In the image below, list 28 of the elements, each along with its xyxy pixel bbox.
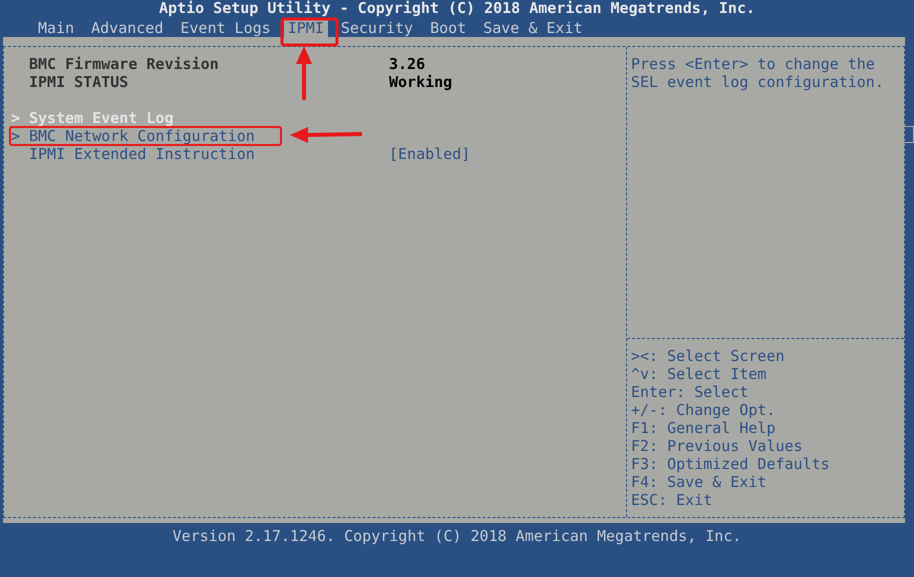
key-hint: ^v: Select Item <box>631 365 768 383</box>
help-text: SEL event log configuration. <box>631 73 885 91</box>
menu-tab[interactable]: Event Logs <box>176 19 275 37</box>
key-hint: F4: Save & Exit <box>631 473 768 491</box>
highlight-box <box>280 18 338 46</box>
info-label: IPMI STATUS <box>29 73 130 91</box>
key-hint: +/-: Change Opt. <box>631 401 776 419</box>
info-value: 3.26 <box>389 55 426 73</box>
menu-tab[interactable]: Save & Exit <box>479 19 587 37</box>
key-hint: F2: Previous Values <box>631 437 804 455</box>
key-hint: F3: Optimized Defaults <box>631 455 831 473</box>
arrow-icon <box>296 46 312 100</box>
key-hint: ESC: Exit <box>631 491 714 509</box>
menu-item[interactable]: IPMI Extended Instruction [Enabled] <box>4 145 626 163</box>
help-text: Press <Enter> to change the <box>631 55 876 73</box>
key-hint: ><: Select Screen <box>631 347 786 365</box>
window-title: Aptio Setup Utility - Copyright (C) 2018 American Megatrends, Inc. <box>158 0 756 19</box>
menu-tab[interactable]: Advanced <box>87 19 168 37</box>
arrow-icon <box>290 127 362 143</box>
key-hint: F1: General Help <box>631 419 776 437</box>
key-hint: Enter: Select <box>631 383 750 401</box>
version-footer: Version 2.17.1246. Copyright (C) 2018 American Megatrends, Inc. <box>0 527 914 545</box>
info-label: BMC Firmware Revision <box>29 55 220 73</box>
menu-tab[interactable]: Main <box>34 19 78 37</box>
menu-item[interactable]: > BMC Network Configuration <box>4 127 626 145</box>
menu-tab[interactable]: Security <box>336 19 418 37</box>
info-value: Working <box>389 73 452 91</box>
menu-tab[interactable]: Boot <box>426 19 470 37</box>
